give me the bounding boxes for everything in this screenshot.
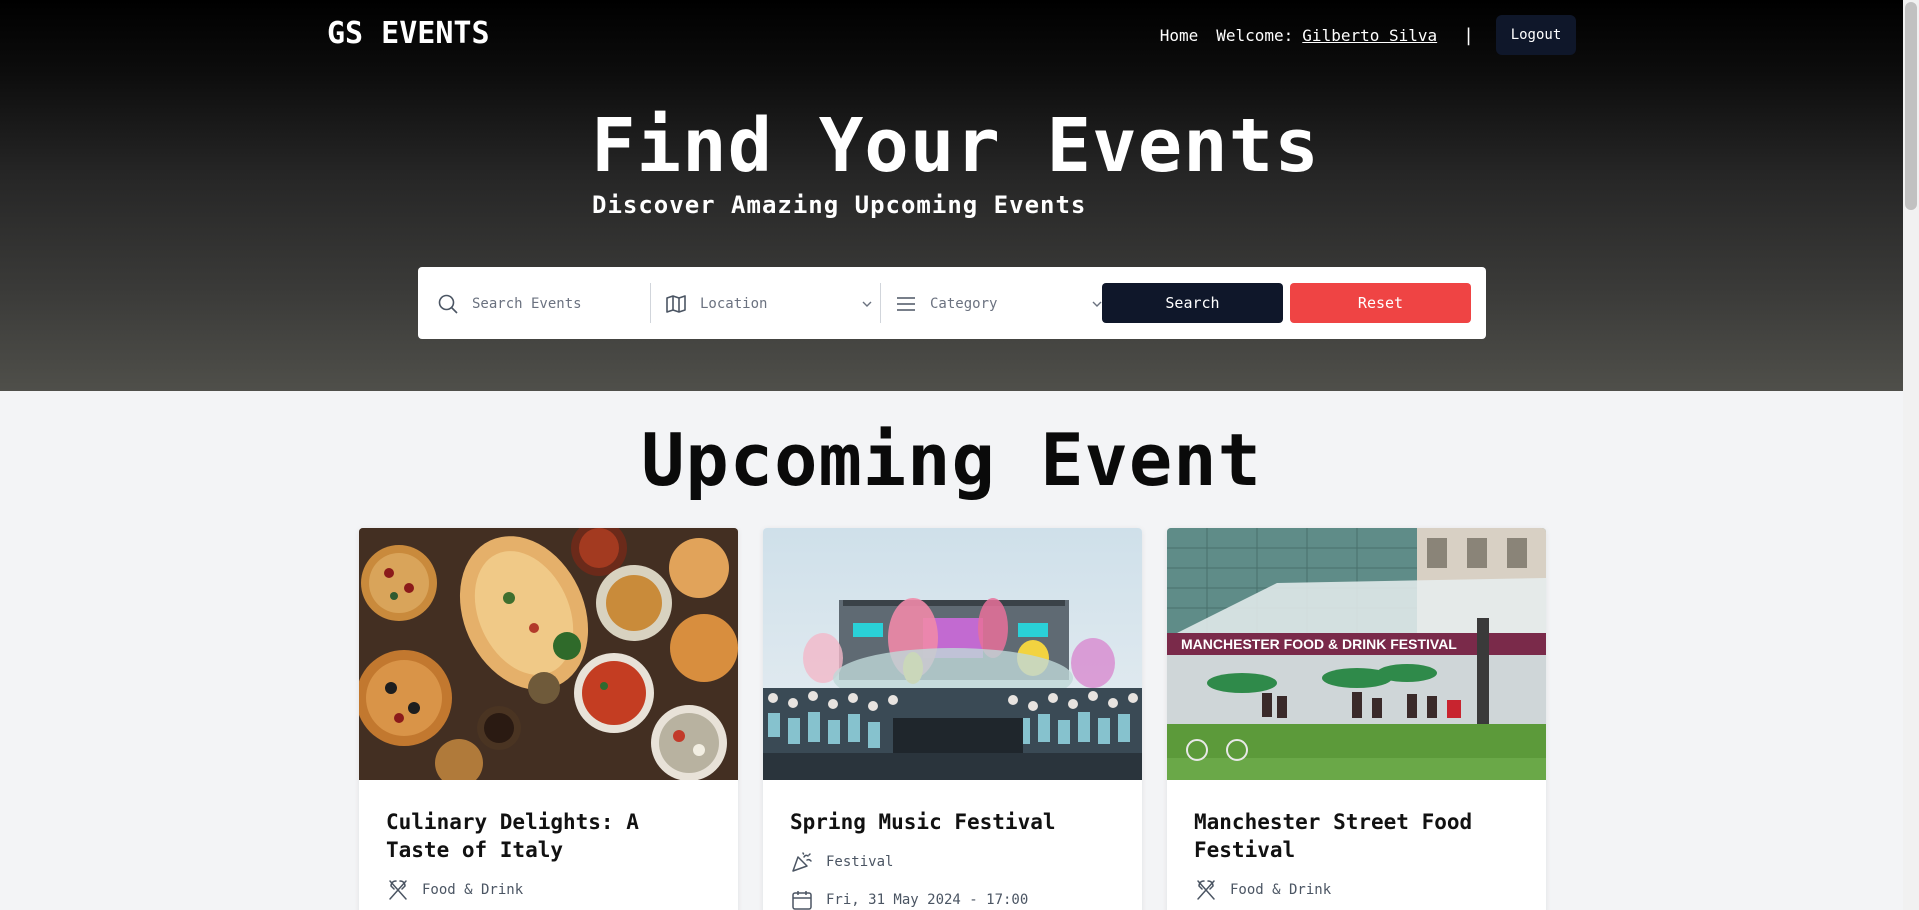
event-image: MANCHESTER FOOD & DRINK FESTIVAL: [1167, 528, 1546, 780]
section-title: Upcoming Event: [641, 418, 1262, 502]
page-scrollbar[interactable]: [1903, 0, 1919, 910]
event-date-label: Fri, 31 May 2024 - 17:00: [826, 892, 1029, 908]
hero-subtitle: Discover Amazing Upcoming Events: [592, 191, 1087, 219]
event-category-label: Festival: [826, 854, 894, 870]
event-category-label: Food & Drink: [1230, 882, 1332, 898]
event-card[interactable]: Spring Music Festival Festival Fri, 31 M…: [763, 528, 1142, 910]
menu-icon: [897, 297, 915, 311]
top-nav: GS EVENTS Home Welcome: Gilberto Silva |…: [0, 0, 1903, 70]
search-input[interactable]: Search Events: [436, 284, 642, 324]
search-bar: Search Events Location Category Search R…: [418, 267, 1486, 339]
scrollbar-thumb[interactable]: [1905, 2, 1917, 210]
location-divider: [880, 283, 881, 323]
event-title[interactable]: Manchester Street Food Festival: [1194, 808, 1519, 864]
chevron-down-icon: [862, 301, 872, 307]
event-category: Food & Drink: [386, 878, 711, 902]
brand-logo[interactable]: GS EVENTS: [327, 16, 490, 51]
nav-home-link[interactable]: Home: [1160, 26, 1199, 45]
event-date: Fri, 31 May 2024 - 17:00: [790, 888, 1115, 910]
nav-links: Home Welcome: Gilberto Silva | Logout: [1160, 15, 1576, 55]
event-card[interactable]: Culinary Delights: A Taste of Italy Food…: [359, 528, 738, 910]
hero-title: Find Your Events: [591, 103, 1320, 189]
search-divider: [650, 283, 651, 323]
search-button[interactable]: Search: [1102, 283, 1283, 323]
hero-section: GS EVENTS Home Welcome: Gilberto Silva |…: [0, 0, 1903, 391]
event-category: Festival: [790, 850, 1115, 874]
event-card[interactable]: MANCHESTER FOOD & DRINK FESTIVAL Manches…: [1167, 528, 1546, 910]
location-select[interactable]: Location: [664, 284, 874, 324]
location-label: Location: [700, 296, 768, 312]
category-select[interactable]: Category: [894, 284, 1104, 324]
logout-button[interactable]: Logout: [1496, 15, 1576, 55]
category-label: Category: [930, 296, 998, 312]
event-title[interactable]: Culinary Delights: A Taste of Italy: [386, 808, 711, 864]
calendar-icon: [792, 891, 812, 910]
search-icon: [438, 294, 458, 314]
event-image: [359, 528, 738, 780]
map-icon: [666, 295, 686, 313]
event-title[interactable]: Spring Music Festival: [790, 808, 1115, 836]
nav-separator: |: [1463, 24, 1474, 46]
reset-button[interactable]: Reset: [1290, 283, 1471, 323]
banner-text: MANCHESTER FOOD & DRINK FESTIVAL: [1181, 636, 1457, 652]
event-category: Food & Drink: [1194, 878, 1519, 902]
utensils-icon: [1197, 880, 1215, 900]
event-image: [763, 528, 1142, 780]
user-name-link[interactable]: Gilberto Silva: [1302, 26, 1437, 45]
event-category-label: Food & Drink: [422, 882, 524, 898]
search-placeholder: Search Events: [472, 296, 582, 312]
welcome-text: Welcome:: [1216, 25, 1294, 45]
utensils-icon: [389, 880, 407, 900]
party-popper-icon: [792, 852, 812, 872]
